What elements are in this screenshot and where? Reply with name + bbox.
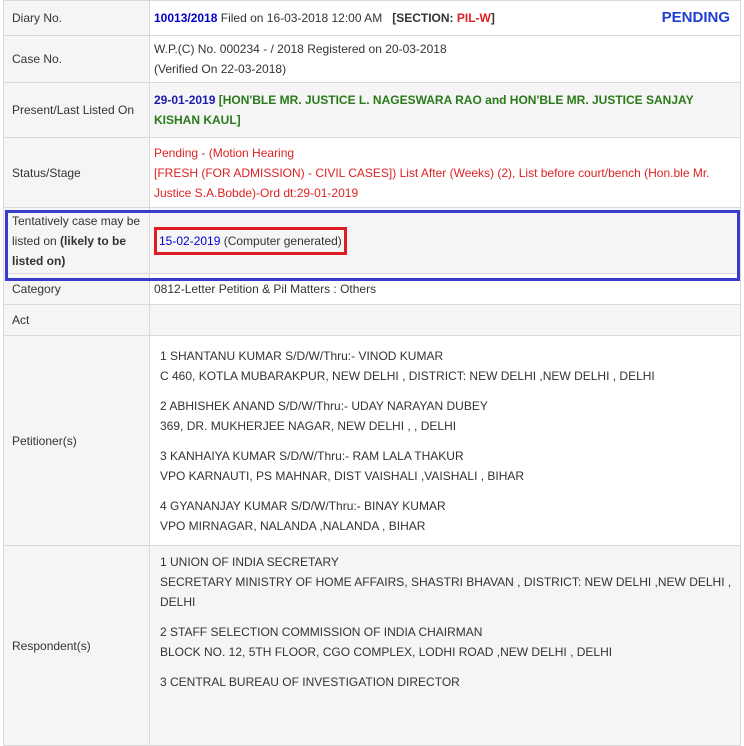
respondents-value: 1 UNION OF INDIA SECRETARY SECRETARY MIN… <box>149 545 741 746</box>
list-item: 2 ABHISHEK ANAND S/D/W/Thru:- UDAY NARAY… <box>154 396 736 436</box>
petitioner-address: VPO MIRNAGAR, NALANDA ,NALANDA , BIHAR <box>160 518 426 533</box>
case-label: Case No. <box>3 35 150 83</box>
petitioner-name: 3 KANHAIYA KUMAR S/D/W/Thru:- RAM LALA T… <box>160 448 464 463</box>
diary-value: PENDING 10013/2018 Filed on 16-03-2018 1… <box>149 0 741 36</box>
list-item: 2 STAFF SELECTION COMMISSION OF INDIA CH… <box>154 622 736 662</box>
case-verified: (Verified On 22-03-2018) <box>154 62 287 76</box>
respondents-row: Respondent(s) 1 UNION OF INDIA SECRETARY… <box>3 545 741 746</box>
category-label: Category <box>3 273 150 305</box>
respondent-address: BLOCK NO. 12, 5TH FLOOR, CGO COMPLEX, LO… <box>160 645 613 659</box>
listed-value: 29-01-2019 [HON'BLE MR. JUSTICE L. NAGES… <box>149 82 741 138</box>
case-number: W.P.(C) No. 000234 - / 2018 Registered o… <box>154 42 447 56</box>
petitioner-address: C 460, KOTLA MUBARAKPUR, NEW DELHI , DIS… <box>160 368 655 383</box>
respondent-address: SECRETARY MINISTRY OF HOME AFFAIRS, SHAS… <box>160 575 732 609</box>
petitioner-name: 1 SHANTANU KUMAR S/D/W/Thru:- VINOD KUMA… <box>160 348 444 363</box>
listed-bench: [HON'BLE MR. JUSTICE L. NAGESWARA RAO an… <box>154 93 694 127</box>
section-prefix: [SECTION: <box>392 11 457 25</box>
tentative-value: 15-02-2019 (Computer generated) <box>149 207 741 274</box>
section-suffix: ] <box>490 11 495 25</box>
petitioners-label: Petitioner(s) <box>3 335 150 546</box>
listed-date: 29-01-2019 <box>154 93 216 107</box>
case-row: Case No. W.P.(C) No. 000234 - / 2018 Reg… <box>3 35 741 83</box>
status-stage: Pending - (Motion Hearing <box>154 145 295 160</box>
respondents-label: Respondent(s) <box>3 545 150 746</box>
list-item: 3 CENTRAL BUREAU OF INVESTIGATION DIRECT… <box>154 672 736 692</box>
respondent-name: 3 CENTRAL BUREAU OF INVESTIGATION DIRECT… <box>160 675 460 689</box>
petitioner-name: 2 ABHISHEK ANAND S/D/W/Thru:- UDAY NARAY… <box>160 398 488 413</box>
list-item: 1 SHANTANU KUMAR S/D/W/Thru:- VINOD KUMA… <box>154 346 736 386</box>
case-details-table: Diary No. PENDING 10013/2018 Filed on 16… <box>3 0 741 746</box>
case-value: W.P.(C) No. 000234 - / 2018 Registered o… <box>149 35 741 83</box>
diary-number: 10013/2018 <box>154 11 218 25</box>
respondent-name: 2 STAFF SELECTION COMMISSION OF INDIA CH… <box>160 625 483 639</box>
tentative-note: (Computer generated) <box>220 233 342 248</box>
diary-filed-text: Filed on 16-03-2018 12:00 AM <box>217 11 383 25</box>
diary-row: Diary No. PENDING 10013/2018 Filed on 16… <box>3 0 741 36</box>
tentative-row: Tentatively case may be listed on (likel… <box>3 207 741 274</box>
respondent-name: 1 UNION OF INDIA SECRETARY <box>160 555 339 569</box>
diary-label: Diary No. <box>3 0 150 36</box>
category-value: 0812-Letter Petition & Pil Matters : Oth… <box>149 273 741 305</box>
tentative-date: 15-02-2019 <box>159 233 221 248</box>
section-value: PIL-W <box>456 11 491 25</box>
petitioner-name: 4 GYANANJAY KUMAR S/D/W/Thru:- BINAY KUM… <box>160 498 446 513</box>
act-row: Act <box>3 304 741 336</box>
status-row: Status/Stage Pending - (Motion Hearing [… <box>3 137 741 208</box>
tentative-label: Tentatively case may be listed on (likel… <box>3 207 150 274</box>
list-item: 4 GYANANJAY KUMAR S/D/W/Thru:- BINAY KUM… <box>154 496 736 536</box>
listed-label: Present/Last Listed On <box>3 82 150 138</box>
status-badge: PENDING <box>661 9 730 26</box>
status-detail: [FRESH (FOR ADMISSION) - CIVIL CASES]) L… <box>154 165 710 200</box>
category-row: Category 0812-Letter Petition & Pil Matt… <box>3 273 741 305</box>
act-value <box>149 304 741 336</box>
list-item: 3 KANHAIYA KUMAR S/D/W/Thru:- RAM LALA T… <box>154 446 736 486</box>
tentative-date-highlight: 15-02-2019 (Computer generated) <box>154 226 347 255</box>
listed-row: Present/Last Listed On 29-01-2019 [HON'B… <box>3 82 741 138</box>
petitioners-value: 1 SHANTANU KUMAR S/D/W/Thru:- VINOD KUMA… <box>149 335 741 546</box>
petitioner-address: VPO KARNAUTI, PS MAHNAR, DIST VAISHALI ,… <box>160 468 525 483</box>
petitioner-address: 369, DR. MUKHERJEE NAGAR, NEW DELHI , , … <box>160 418 457 433</box>
act-label: Act <box>3 304 150 336</box>
petitioners-row: Petitioner(s) 1 SHANTANU KUMAR S/D/W/Thr… <box>3 335 741 546</box>
status-label: Status/Stage <box>3 137 150 208</box>
status-value: Pending - (Motion Hearing [FRESH (FOR AD… <box>149 137 741 208</box>
list-item: 1 UNION OF INDIA SECRETARY SECRETARY MIN… <box>154 552 736 612</box>
